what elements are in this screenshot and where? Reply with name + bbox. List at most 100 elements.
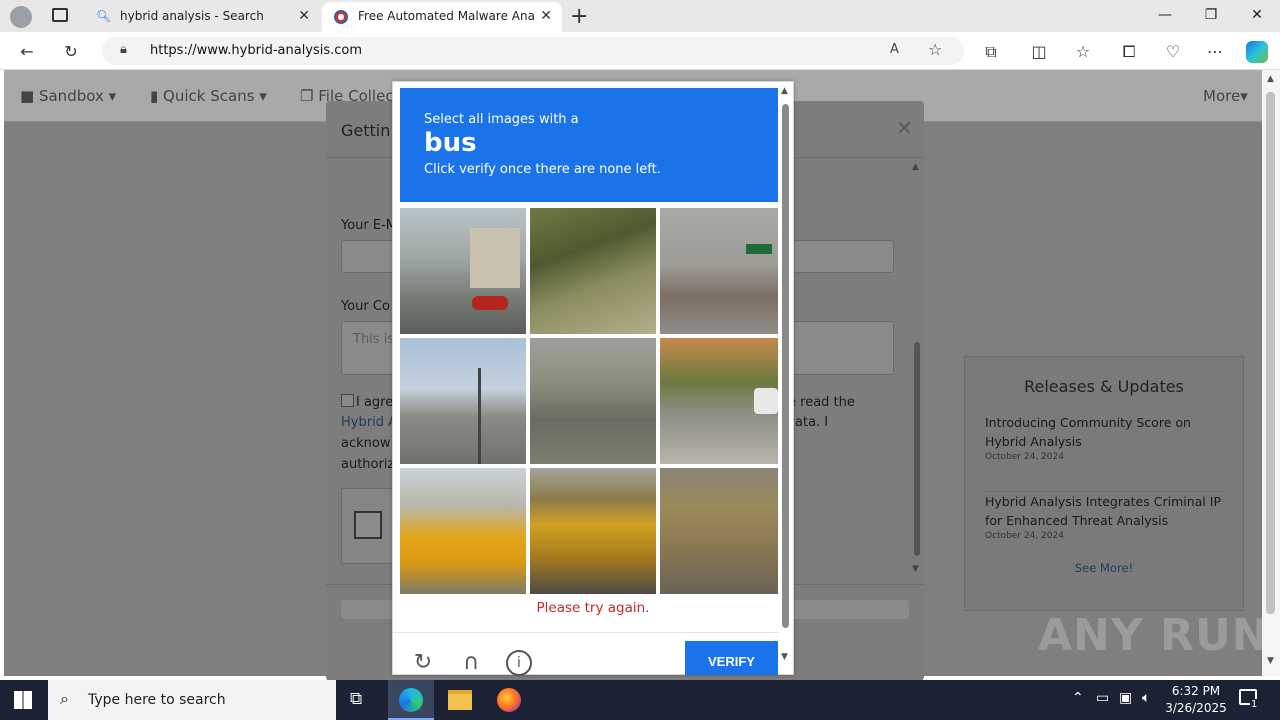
scroll-up-icon[interactable]: ▲ [781,86,788,96]
site-favicon-icon [334,10,348,24]
browser-essentials-icon[interactable]: ♡ [1162,41,1184,63]
network-icon[interactable]: ▣ [1119,690,1132,706]
taskbar-clock[interactable]: 6:32 PM 3/26/2025 [1164,683,1228,717]
clock-date: 3/26/2025 [1165,701,1227,715]
hybrid-link[interactable]: Hybrid A [341,412,397,433]
comment-placeholder: This is [353,332,395,347]
scroll-down-icon[interactable]: ▼ [781,652,788,662]
nav-label: Quick Scans [163,87,255,105]
agree-line: I agre [356,395,394,410]
copilot-icon[interactable] [1246,41,1268,63]
scroll-down-icon[interactable]: ▼ [1267,656,1274,666]
task-view-icon[interactable]: ⧉ [350,689,362,709]
back-icon[interactable]: ← [16,41,38,63]
releases-heading: Releases & Updates [1024,377,1184,396]
page-scroll-thumb[interactable] [1266,92,1275,614]
email-label: Your E-M [341,218,398,233]
release-item[interactable]: Hybrid Analysis Integrates Criminal IP f… [985,491,1225,542]
close-icon[interactable]: ✕ [540,2,552,30]
tab-search[interactable]: 🔍︎ hybrid analysis - Search ✕ [84,2,320,32]
split-screen-icon[interactable]: ◫ [1028,41,1050,63]
tray-chevron-icon[interactable]: ⌃ [1072,690,1084,706]
modal-scroll-thumb[interactable] [914,342,920,556]
notification-count: 1 [1250,699,1259,710]
see-more-link[interactable]: See More! [965,561,1243,575]
window-close-icon[interactable]: ✕ [1234,0,1280,32]
agree-text: I agre [356,392,393,413]
nav-more[interactable]: More▾ [1203,87,1248,105]
modal-close-icon[interactable]: ✕ [896,116,913,140]
captcha-tile[interactable] [530,338,656,464]
extensions-icon[interactable]: ⧉ [980,41,1002,63]
edge-taskbar-icon[interactable] [388,680,434,720]
new-tab-icon[interactable]: + [570,4,588,29]
captcha-tile[interactable] [400,338,526,464]
audio-challenge-icon[interactable]: ∩ [458,650,484,676]
captcha-tile[interactable] [400,468,526,594]
minimize-icon[interactable]: — [1142,0,1188,32]
captcha-error: Please try again. [536,600,650,616]
profile-icon[interactable] [10,6,32,28]
agree-text-right: ata. I [795,412,828,433]
captcha-tile[interactable] [660,468,778,594]
scroll-down-icon[interactable]: ▼ [912,564,919,574]
nav-quick-scans[interactable]: ▮ Quick Scans ▾ [150,87,267,105]
agree-text-right: e read the [788,392,855,413]
agree-line: ata. I [795,415,829,430]
url-input[interactable]: 🔒︎ https://www.hybrid-analysis.com A ☆ [102,37,964,65]
captcha-tile[interactable] [530,468,656,594]
close-icon[interactable]: ✕ [298,2,310,30]
tab-actions-icon[interactable] [52,8,68,22]
captcha-hint: Click verify once there are none left. [424,162,661,177]
tile-building [470,228,520,288]
captcha-tile[interactable] [660,208,778,334]
refresh-icon[interactable]: ↻ [60,41,82,63]
captcha-tile[interactable] [400,208,526,334]
releases-panel: Releases & Updates Introducing Community… [964,356,1244,611]
file-explorer-icon[interactable] [448,690,472,710]
agree-text: authoriz [341,454,394,475]
start-windows-icon[interactable] [14,691,32,709]
lock-icon[interactable]: 🔒︎ [120,42,127,57]
favorites-icon[interactable]: ☆ [1072,41,1094,63]
reload-icon[interactable]: ↻ [410,650,436,676]
agree-line: acknow [341,436,391,451]
captcha-target: bus [424,128,477,158]
settings-more-icon[interactable]: ⋯ [1204,41,1226,63]
captcha-scroll-thumb[interactable] [782,104,789,628]
modal-scrollbar[interactable]: ▲ ▼ [912,162,922,576]
info-icon[interactable]: i [506,650,532,676]
taskbar-search-placeholder: Type here to search [88,692,226,708]
recaptcha-checkbox[interactable] [354,511,382,539]
release-title: Hybrid Analysis Integrates Criminal IP f… [985,494,1221,528]
scroll-up-icon[interactable]: ▲ [912,162,919,172]
restore-icon[interactable]: ❐ [1188,0,1234,32]
comment-label: Your Co [341,299,390,314]
read-aloud-icon[interactable]: A [890,42,899,57]
firefox-icon[interactable] [497,688,521,712]
modal-title: Gettin [341,121,391,140]
captcha-tile[interactable] [660,338,778,464]
tab-title: hybrid analysis - Search [120,9,264,23]
copy-icon: ❐ [300,87,314,105]
agree-text: acknow [341,433,390,454]
tab-hybrid-analysis[interactable]: Free Automated Malware Analysis ✕ [322,2,562,32]
nav-label: More [1203,87,1241,105]
captcha-footer-divider [393,632,779,633]
verify-button[interactable]: VERIFY [685,641,778,675]
volume-icon[interactable]: 🔈︎ [1142,690,1150,706]
nav-sandbox[interactable]: ■ Sandbox ▾ [20,87,116,105]
tile-sign [746,244,772,254]
captcha-tile[interactable] [530,208,656,334]
search-icon: ⌕ [60,689,69,708]
collections-icon[interactable]: ⧠ [1118,41,1140,63]
tile-car [754,388,778,414]
tray-device-icon[interactable]: ▭ [1096,690,1109,706]
edge-logo [399,688,423,712]
taskbar-search[interactable]: ⌕ Type here to search [48,680,336,720]
clock-time: 6:32 PM [1171,684,1221,698]
scroll-up-icon[interactable]: ▲ [1267,74,1274,84]
agree-checkbox[interactable] [341,394,354,407]
favorite-star-icon[interactable]: ☆ [928,40,942,59]
release-item[interactable]: Introducing Community Score on Hybrid An… [985,413,1225,463]
